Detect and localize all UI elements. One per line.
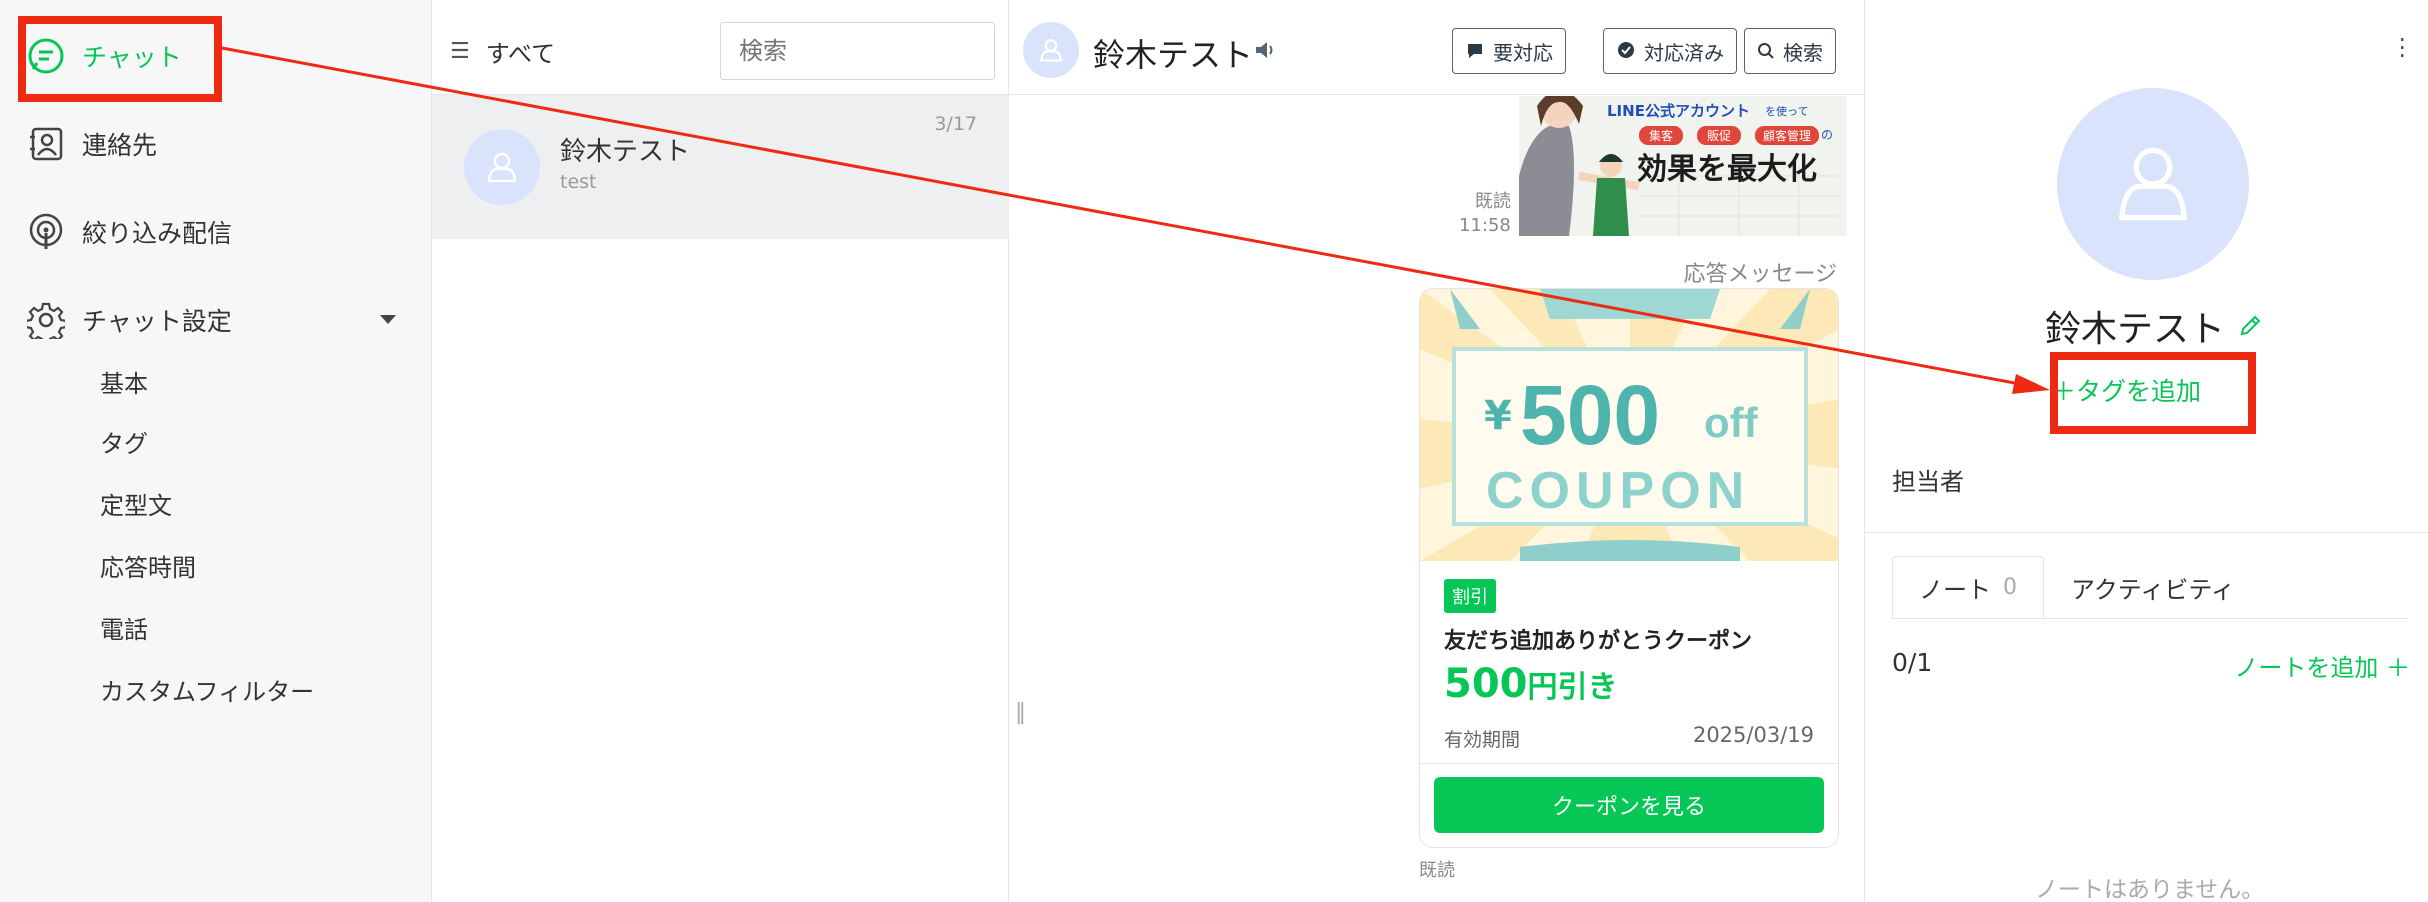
annotation-arrow	[221, 46, 2050, 394]
